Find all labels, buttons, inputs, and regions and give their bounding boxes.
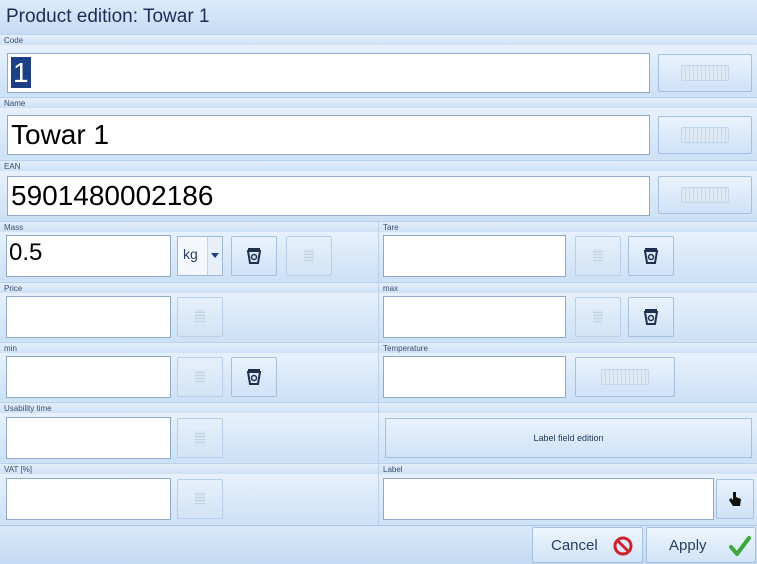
scale-icon [246,369,262,385]
keypad-icon [304,249,314,263]
hand-pointer-icon [729,492,741,506]
vat-label: VAT [%] [0,463,378,474]
ean-label: EAN [0,160,757,171]
temperature-label: Temperature [379,342,757,353]
vat-input[interactable] [6,478,171,520]
mass-weigh-button[interactable] [231,236,277,276]
window-title: Product edition: Towar 1 [6,6,210,27]
usability-time-input[interactable] [6,417,171,459]
keypad-icon [195,431,205,445]
scale-icon [643,309,659,325]
temperature-input[interactable] [383,356,566,398]
tare-input[interactable] [383,235,566,277]
tare-keypad-button[interactable] [575,236,621,276]
price-input[interactable] [6,296,171,338]
tare-weigh-button[interactable] [628,236,674,276]
usability-spacer [379,402,757,413]
apply-button[interactable]: Apply [646,527,756,563]
ean-keyboard-button[interactable] [658,176,752,214]
max-label: max [379,282,757,293]
cancel-label: Cancel [551,537,598,554]
temperature-keyboard-button[interactable] [575,357,675,397]
code-label: Code [0,34,757,45]
code-input[interactable]: 1 [7,53,650,93]
label-input[interactable] [383,478,714,520]
name-keyboard-button[interactable] [658,116,752,154]
scale-icon [246,248,262,264]
max-keypad-button[interactable] [575,297,621,337]
mass-keypad-button[interactable] [286,236,332,276]
apply-label: Apply [669,537,707,554]
cancel-button[interactable]: Cancel [532,527,643,563]
footer-bar [0,525,757,564]
keyboard-icon [681,187,729,203]
label-select-button[interactable] [716,479,754,519]
scale-icon [643,248,659,264]
keypad-icon [195,370,205,384]
min-keypad-button[interactable] [177,357,223,397]
min-weigh-button[interactable] [231,357,277,397]
chevron-down-icon [207,237,222,275]
max-input[interactable] [383,296,566,338]
mass-unit-value: kg [183,246,198,262]
code-value: 1 [11,57,31,88]
keypad-icon [593,249,603,263]
vat-keypad-button[interactable] [177,479,223,519]
keypad-icon [195,492,205,506]
usability-time-keypad-button[interactable] [177,418,223,458]
mass-unit-select[interactable]: kg [177,236,223,276]
mass-input[interactable]: 0.5 [6,235,171,277]
name-input[interactable]: Towar 1 [7,115,650,155]
checkmark-icon [729,536,751,556]
keyboard-icon [601,369,649,385]
price-keypad-button[interactable] [177,297,223,337]
max-weigh-button[interactable] [628,297,674,337]
keypad-icon [593,310,603,324]
label-field-edition-button[interactable]: Label field edition [385,418,752,458]
keyboard-icon [681,65,729,81]
keypad-icon [195,310,205,324]
ean-input[interactable]: 5901480002186 [7,176,650,216]
no-entry-icon [613,536,633,556]
price-label: Price [0,282,378,293]
min-input[interactable] [6,356,171,398]
name-label: Name [0,97,757,108]
title-bar: Product edition: Towar 1 [0,0,757,35]
usability-time-label: Usability time [0,402,378,413]
keyboard-icon [681,127,729,143]
mass-label: Mass [0,221,378,232]
code-keyboard-button[interactable] [658,54,752,92]
min-label: min [0,342,378,353]
tare-label: Tare [379,221,757,232]
label-label: Label [379,463,757,474]
